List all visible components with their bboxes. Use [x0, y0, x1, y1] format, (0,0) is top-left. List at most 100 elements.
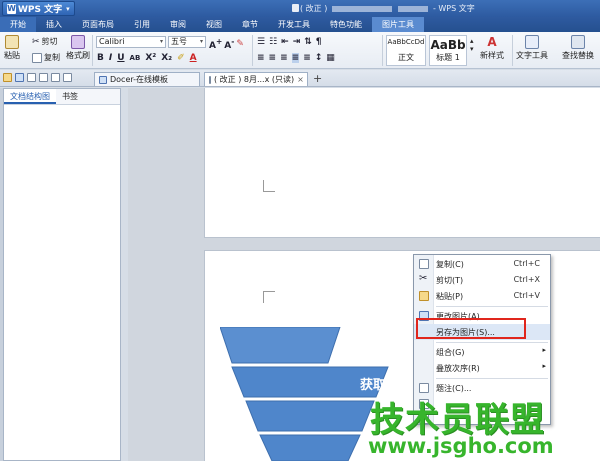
numbered-list-icon[interactable]: ☷	[269, 37, 277, 47]
tab-review[interactable]: 审阅	[160, 17, 196, 32]
tab-bookmarks[interactable]: 书签	[56, 89, 84, 104]
chevron-up-icon: ▴	[470, 37, 474, 45]
new-tab-button[interactable]: +	[313, 72, 322, 85]
font-name-select[interactable]: Calibri ▾	[96, 36, 166, 48]
font-grow-shrink: A+ A- ✎	[209, 37, 244, 51]
italic-button[interactable]: I	[109, 53, 112, 63]
tab-picture-tools[interactable]: 图片工具	[372, 17, 424, 32]
separator	[92, 35, 93, 66]
strikethrough-icon[interactable]: AB	[130, 54, 141, 62]
tab-document-outline[interactable]: 文档结构图	[4, 89, 56, 104]
tab-current-document[interactable]: ( 改正 ) 8月...x (只读) ×	[204, 72, 308, 86]
text-tools-button[interactable]: 文字工具	[516, 35, 548, 61]
tab-special[interactable]: 特色功能	[320, 17, 372, 32]
nav-pane-tabs: 文档结构图 书签	[4, 89, 120, 105]
margin-corner-mark	[263, 180, 275, 192]
highlight-icon[interactable]: ✐	[177, 53, 185, 63]
title-suffix: - WPS 文字	[432, 4, 475, 13]
align-right-icon[interactable]: ≡	[280, 53, 288, 63]
align-center-icon[interactable]: ≡	[269, 53, 277, 63]
menu-item-shortcut: Ctrl+C	[513, 259, 540, 268]
separator	[382, 35, 383, 66]
bold-button[interactable]: B	[97, 53, 104, 63]
title-prefix: ( 改正 )	[300, 4, 328, 13]
new-style-label: 新样式	[480, 51, 504, 60]
tab-section[interactable]: 章节	[232, 17, 268, 32]
funnel-label-1: 分析客户	[352, 346, 405, 361]
style-heading-1[interactable]: AaBb 标题 1	[429, 35, 467, 66]
paste-icon	[5, 35, 19, 49]
copy-label: 复制	[44, 53, 60, 62]
style-normal[interactable]: AaBbCcDd 正文	[386, 35, 426, 66]
font-color-icon[interactable]: A	[190, 53, 197, 63]
clear-format-icon[interactable]: ✎	[236, 39, 244, 49]
bullet-list-icon[interactable]: ☰	[257, 37, 265, 47]
scissors-icon: ✂	[32, 36, 40, 47]
print-preview-icon[interactable]	[39, 73, 48, 82]
save-icon[interactable]	[15, 73, 24, 82]
wps-app-menu-button[interactable]: W WPS 文字 ▾	[2, 1, 75, 16]
font-grow-icon[interactable]: A+	[209, 37, 222, 51]
indent-decrease-icon[interactable]: ⇤	[281, 37, 289, 47]
text-tools-icon	[525, 35, 539, 49]
indent-increase-icon[interactable]: ⇥	[293, 37, 301, 47]
app-name: WPS 文字	[18, 5, 63, 15]
tab-page-layout[interactable]: 页面布局	[72, 17, 124, 32]
open-folder-icon[interactable]	[3, 73, 12, 82]
tab-docer-templates[interactable]: Docer-在线模板	[94, 72, 200, 86]
style-normal-label: 正文	[398, 53, 414, 62]
redo-icon[interactable]	[63, 73, 72, 82]
print-icon[interactable]	[27, 73, 36, 82]
menu-item-paste[interactable]: 粘贴(P) Ctrl+V	[414, 288, 550, 304]
menu-item-label: 组合(G)	[436, 348, 465, 357]
show-marks-icon[interactable]: ¶	[316, 37, 322, 47]
format-painter-button[interactable]: 格式刷	[66, 35, 90, 61]
subscript-icon[interactable]: X₂	[161, 53, 172, 63]
tab-home[interactable]: 开始	[0, 17, 36, 32]
superscript-icon[interactable]: X²	[145, 53, 156, 63]
paragraph-row-1: ☰ ☷ ⇤ ⇥ ⇅ ¶	[257, 37, 322, 47]
menu-item-group[interactable]: 组合(G) ▸	[414, 344, 550, 360]
style-scroll[interactable]: ▴ ▾	[470, 37, 474, 53]
menu-item-label: 粘贴(P)	[436, 292, 464, 301]
menu-item-label: 剪切(T)	[436, 276, 464, 285]
font-size-select[interactable]: 五号 ▾	[168, 36, 206, 48]
tab-insert[interactable]: 插入	[36, 17, 72, 32]
close-icon[interactable]: ×	[297, 75, 304, 84]
justify-icon[interactable]: ≡	[291, 53, 300, 63]
underline-button[interactable]: U	[117, 53, 124, 63]
tab-references[interactable]: 引用	[124, 17, 160, 32]
font-shrink-icon[interactable]: A-	[224, 37, 234, 51]
copy-button[interactable]: 复制	[32, 52, 60, 63]
cut-label: 剪切	[41, 37, 58, 46]
font-style-row: B I U AB X² X₂ ✐ A	[97, 53, 197, 63]
chevron-down-icon: ▾	[470, 45, 474, 53]
tab-view[interactable]: 视图	[196, 17, 232, 32]
paste-button[interactable]: 粘贴	[4, 35, 20, 61]
menu-separator	[436, 342, 548, 343]
funnel-image[interactable]: 分析客户 获取精准 找	[220, 327, 412, 461]
ribbon-toolbar: 粘贴 ✂ 剪切 复制 格式刷 Calibri ▾ 五号 ▾ A+ A- ✎ B I …	[0, 32, 600, 69]
distributed-icon[interactable]: ≡	[303, 53, 311, 63]
quick-access-toolbar	[3, 73, 72, 82]
sort-icon[interactable]: ⇅	[304, 37, 312, 47]
page-1	[204, 88, 600, 238]
menu-item-copy[interactable]: 复制(C) Ctrl+C	[414, 256, 550, 272]
borders-icon[interactable]: ▦	[326, 53, 335, 63]
find-replace-button[interactable]: 查找替换	[562, 35, 594, 61]
line-spacing-icon[interactable]: ↕	[315, 53, 323, 63]
align-left-icon[interactable]: ≡	[257, 53, 265, 63]
chevron-down-icon: ▾	[159, 38, 163, 45]
menu-item-label: 复制(C)	[436, 260, 464, 269]
undo-icon[interactable]	[51, 73, 60, 82]
window-title: ( 改正 ) - WPS 文字	[300, 3, 475, 14]
separator	[252, 35, 253, 66]
cut-button[interactable]: ✂ 剪切	[32, 36, 58, 47]
tab-developer[interactable]: 开发工具	[268, 17, 320, 32]
menu-item-order[interactable]: 叠放次序(R) ▸	[414, 360, 550, 376]
menu-item-shortcut: Ctrl+V	[513, 291, 540, 300]
text-tools-label: 文字工具	[516, 51, 548, 60]
menu-item-cut[interactable]: ✂ 剪切(T) Ctrl+X	[414, 272, 550, 288]
new-style-button[interactable]: A 新样式	[480, 35, 504, 61]
font-name-value: Calibri	[99, 37, 125, 46]
